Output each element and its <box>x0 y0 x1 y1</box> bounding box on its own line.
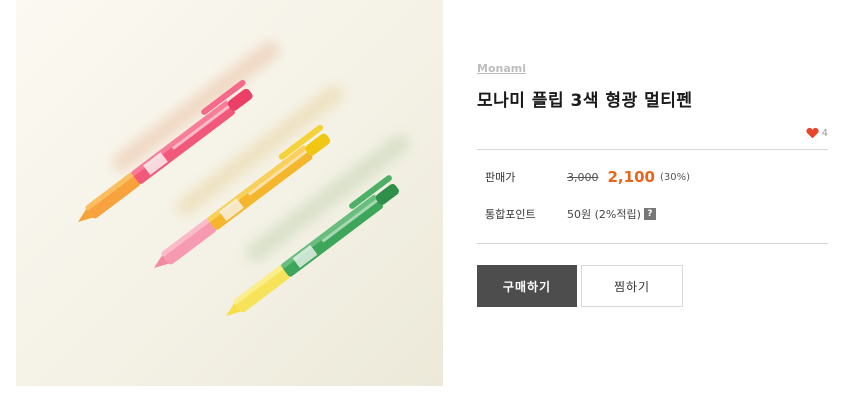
brand-link[interactable]: Monami <box>477 62 526 75</box>
discount-rate: (30%) <box>659 171 690 183</box>
heart-icon <box>806 127 819 139</box>
divider-top <box>477 149 828 150</box>
product-image <box>16 0 443 386</box>
points-row: 통합포인트 50원 (2%적립) ? <box>485 206 656 222</box>
price-label: 판매가 <box>485 171 516 184</box>
divider-bottom <box>477 243 828 244</box>
sale-price: 2,100 <box>607 168 655 186</box>
buy-button[interactable]: 구매하기 <box>477 265 577 307</box>
price-row: 판매가 3,000 2,100 (30%) <box>485 168 690 186</box>
like-button[interactable]: 4 <box>806 127 828 139</box>
product-title: 모나미 플립 3색 형광 멀티펜 <box>477 91 693 111</box>
wishlist-button[interactable]: 찜하기 <box>581 265 683 307</box>
product-info-panel: Monami 모나미 플립 3색 형광 멀티펜 4 판매가 3,000 2,10… <box>477 0 828 405</box>
help-icon[interactable]: ? <box>643 208 656 220</box>
original-price: 3,000 <box>567 170 599 184</box>
like-count: 4 <box>821 127 828 139</box>
points-label: 통합포인트 <box>485 208 536 221</box>
points-value: 50원 (2%적립) <box>567 208 641 221</box>
